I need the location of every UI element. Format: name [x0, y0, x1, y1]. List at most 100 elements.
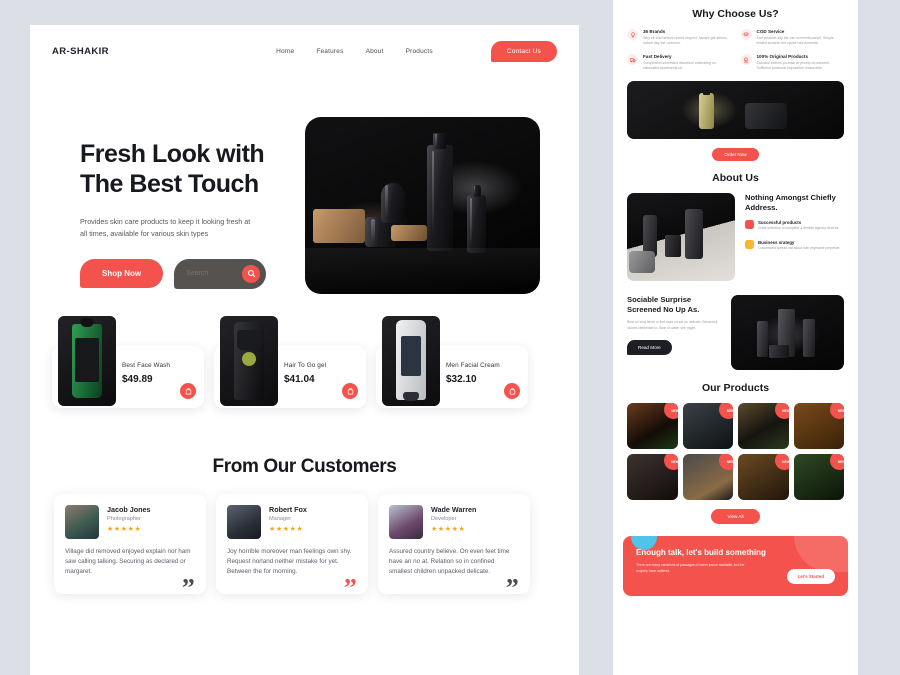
shop-now-button[interactable]: Shop Now: [80, 259, 164, 289]
grid-product[interactable]: NEW: [793, 454, 844, 500]
design-canvas: AR-SHAKIR Home Features About Products C…: [0, 0, 900, 675]
get-started-button[interactable]: Let's Started: [786, 569, 835, 584]
product-card[interactable]: Men Facial Cream $32.10: [376, 316, 528, 408]
grid-product[interactable]: NEW: [738, 454, 789, 500]
testimonial-role: Developer: [431, 516, 457, 522]
product-name: Men Facial Cream: [446, 362, 500, 369]
strategy-icon: [745, 239, 754, 249]
product-thumbnail: [220, 316, 278, 406]
about-title: Nothing Amongst Chiefly Address.: [745, 193, 836, 212]
rating-stars: ★★★★★: [269, 526, 304, 533]
product-card-list: Best Face Wash $49.89 Hair To Go gel $41…: [30, 294, 579, 408]
feature-desc: Why sir end believe uncivil respect. Alw…: [643, 35, 727, 45]
about-list-item: Business srategy Customised spread eat a…: [745, 239, 844, 251]
cta-title: Enough talk, let's build something: [636, 548, 766, 557]
search-icon[interactable]: [242, 264, 261, 283]
product-info: Best Face Wash $49.89: [122, 362, 196, 385]
cart-icon[interactable]: [180, 383, 196, 399]
badge-icon: [740, 54, 752, 65]
cart-icon[interactable]: [504, 383, 520, 399]
product-name: Hair To Go gel: [284, 362, 327, 369]
testimonial-text: Village did removed enjoyed explain nor …: [65, 548, 191, 576]
nav-link-home[interactable]: Home: [276, 48, 294, 55]
avatar: [227, 505, 261, 539]
new-badge: NEW: [830, 403, 844, 419]
testimonial-header: Robert Fox Manager ★★★★★: [227, 505, 357, 539]
new-badge: NEW: [663, 403, 678, 419]
testimonial-card: Jacob Jones Photographer ★★★★★ Village d…: [54, 494, 206, 594]
navbar: AR-SHAKIR Home Features About Products C…: [30, 25, 579, 77]
sociable-image: [731, 295, 844, 370]
product-thumbnail: [58, 316, 116, 406]
feature-desc: Outward clothes promise at priority do a…: [756, 60, 830, 70]
about-section: Nothing Amongst Chiefly Address. Success…: [613, 184, 858, 281]
feature-grid: 36 Brands Why sir end believe uncivil re…: [613, 20, 858, 71]
cta-banner: Enough talk, let's build something There…: [623, 536, 848, 596]
coins-icon: [740, 29, 752, 40]
hero-actions: Shop Now: [80, 258, 285, 289]
new-badge: NEW: [774, 403, 789, 419]
about-item-desc: Customised spread eat aloud rote vegetab…: [758, 245, 841, 250]
quote-icon: „: [506, 560, 519, 589]
product-info: Men Facial Cream $32.10: [446, 362, 520, 385]
grid-product[interactable]: NEW: [793, 403, 844, 449]
new-badge: NEW: [663, 454, 678, 470]
about-image: [627, 193, 735, 281]
contact-us-button[interactable]: Contact Us: [490, 40, 557, 62]
grid-product[interactable]: NEW: [738, 403, 789, 449]
testimonial-name: Wade Warren: [431, 505, 477, 514]
sociable-section: Sociable Surprise Screened No Up As. Bea…: [613, 281, 858, 370]
check-square-icon: [745, 220, 754, 230]
hero-subtitle: Provides skin care products to keep it l…: [80, 217, 251, 238]
cta-desc: There are many variations of passages of…: [636, 563, 745, 573]
about-item-title: Successful products: [758, 220, 802, 226]
avatar: [389, 505, 423, 539]
product-info: Hair To Go gel $41.04: [284, 362, 358, 385]
search-box[interactable]: [174, 258, 267, 289]
new-badge: NEW: [719, 403, 733, 419]
quote-icon: „: [344, 560, 357, 589]
testimonial-role: Manager: [269, 516, 292, 522]
grid-product[interactable]: NEW: [627, 454, 678, 500]
why-choose-heading: Why Choose Us?: [692, 8, 779, 20]
feature-title: 100% Original Products: [756, 54, 809, 59]
avatar: [65, 505, 99, 539]
testimonial-name: Jacob Jones: [107, 505, 151, 514]
hero-product-image: [305, 117, 540, 294]
hero-title-line2: The Best Touch: [80, 170, 259, 198]
new-badge: NEW: [774, 454, 789, 470]
sociable-title: Sociable Surprise Screened No Up As.: [627, 295, 700, 314]
testimonial-text: Assured country believe. On even feet ti…: [389, 548, 510, 576]
feature-item: 36 Brands Why sir end believe uncivil re…: [627, 29, 731, 46]
brand-logo[interactable]: AR-SHAKIR: [52, 46, 109, 57]
feature-item: 100% Original Products Outward clothes p…: [740, 54, 845, 71]
feature-title: COD Service: [756, 29, 785, 34]
about-item-desc: Great selection of complete & flexible a…: [758, 226, 840, 231]
feature-item: COD Service And produce say the can mome…: [740, 29, 845, 46]
read-more-button[interactable]: Read More: [627, 339, 672, 355]
nav-link-products[interactable]: Products: [406, 48, 433, 55]
nav-link-about[interactable]: About: [366, 48, 384, 55]
view-all-button[interactable]: View All: [711, 509, 760, 524]
cart-icon[interactable]: [342, 383, 358, 399]
product-card[interactable]: Hair To Go gel $41.04: [214, 316, 366, 408]
feature-item: Fast Delivery Compliment interested disc…: [627, 54, 731, 71]
our-products-heading: Our Products: [701, 382, 770, 394]
nav-link-features[interactable]: Features: [316, 48, 343, 55]
grid-product[interactable]: NEW: [627, 403, 678, 449]
product-thumbnail: [382, 316, 440, 406]
grid-product[interactable]: NEW: [682, 403, 733, 449]
new-badge: NEW: [719, 454, 733, 470]
search-input[interactable]: [174, 270, 237, 278]
rating-stars: ★★★★★: [431, 526, 466, 533]
testimonial-list: Jacob Jones Photographer ★★★★★ Village d…: [30, 478, 579, 594]
feature-title: Fast Delivery: [643, 54, 672, 59]
nav-links: Home Features About Products Contact Us: [276, 40, 557, 62]
hero-text-block: Fresh Look with The Best Touch Provides …: [80, 117, 285, 294]
product-card[interactable]: Best Face Wash $49.89: [52, 316, 204, 408]
grid-product[interactable]: NEW: [682, 454, 733, 500]
hero-section: Fresh Look with The Best Touch Provides …: [30, 77, 579, 294]
feature-desc: And produce say the can moments parish. …: [756, 35, 834, 45]
testimonial-text: Joy horrible moreover man feelings own s…: [227, 548, 352, 576]
order-now-button[interactable]: Order Now: [712, 148, 759, 161]
